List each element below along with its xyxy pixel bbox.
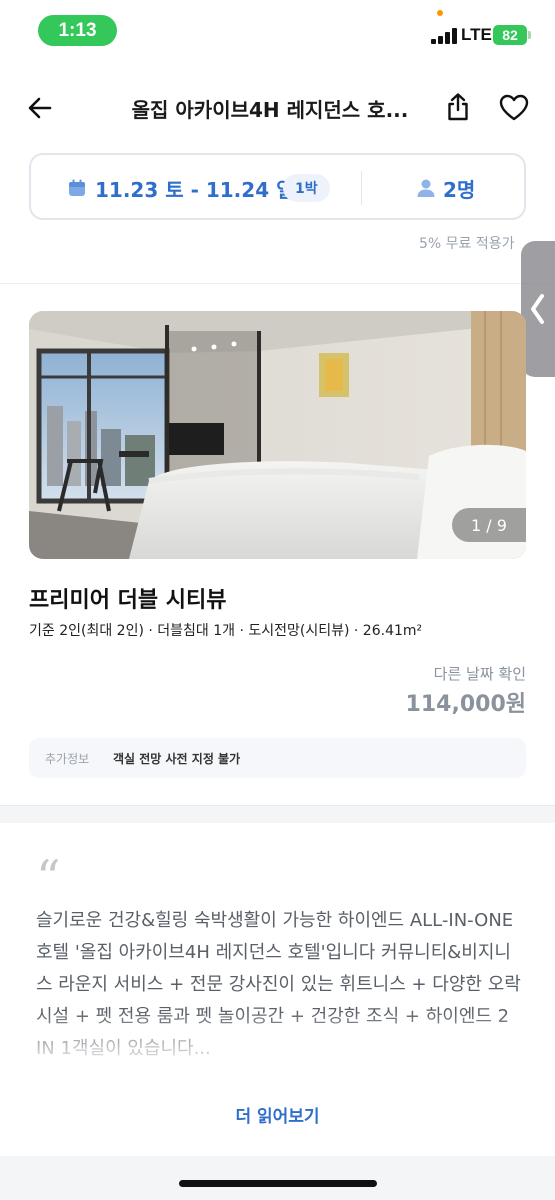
back-button[interactable] (24, 92, 56, 124)
extra-info-value: 객실 전망 사전 지정 불가 (113, 752, 241, 766)
signal-icon (431, 28, 457, 44)
status-time: 1:13 (38, 15, 117, 46)
status-bar: 1:13 LTE 82 (0, 0, 555, 62)
room-spec: 기준 2인(최대 2인) · 더블침대 1개 · 도시전망(시티뷰) · 26.… (29, 623, 423, 639)
share-button[interactable] (442, 91, 474, 123)
heart-icon (499, 94, 529, 121)
home-indicator[interactable] (179, 1180, 377, 1187)
date-divider (361, 171, 362, 205)
room-price: 114,000원 (405, 692, 526, 717)
favorite-button[interactable] (498, 92, 530, 124)
battery-icon: 82 (493, 25, 527, 45)
calendar-icon (69, 179, 85, 196)
battery-tip (528, 31, 531, 39)
check-other-dates-link[interactable]: 다른 날짜 확인 (380, 663, 526, 684)
share-icon (448, 93, 468, 121)
battery-level: 82 (502, 27, 518, 43)
room-name: 프리미어 더블 시티뷰 (29, 588, 227, 613)
booking-summary-bar[interactable]: 11.23 토 - 11.24 일 1박 2명 (29, 153, 526, 220)
chevron-left-icon (531, 294, 544, 324)
description-fade (0, 1010, 555, 1062)
network-type: LTE (461, 25, 492, 44)
section-divider (0, 283, 555, 284)
page-title: 올집 아카이브4H 레지던스 호... (131, 98, 409, 122)
read-more-button[interactable]: 더 읽어보기 (0, 1102, 555, 1127)
cutoff-text: 5% 무료 적용가 (419, 236, 515, 252)
back-arrow-icon (28, 97, 52, 119)
previous-section-cutoff: 5% 무료 적용가 (0, 231, 555, 283)
extra-info-box: 추가정보 객실 전망 사전 지정 불가 (29, 738, 526, 778)
person-icon (417, 179, 435, 197)
app-header: 올집 아카이브4H 레지던스 호... (0, 80, 555, 136)
guest-count[interactable]: 2명 (443, 174, 475, 203)
bottom-band (0, 1156, 555, 1200)
section-separator (0, 805, 555, 823)
photo-counter: 1 / 9 (452, 508, 526, 542)
privacy-indicator-dot (437, 10, 443, 16)
stay-dates[interactable]: 11.23 토 - 11.24 일 (95, 174, 294, 203)
nights-badge: 1박 (283, 174, 330, 202)
side-panel-handle[interactable] (521, 241, 555, 377)
extra-info-label: 추가정보 (45, 752, 90, 766)
quote-mark-icon: “ (36, 850, 61, 906)
